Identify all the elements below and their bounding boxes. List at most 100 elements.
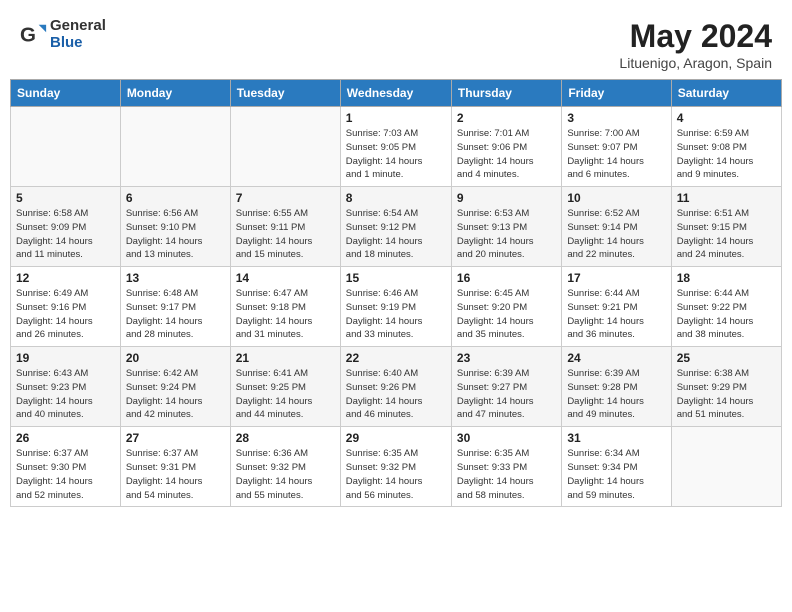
weekday-header-thursday: Thursday (451, 80, 561, 107)
day-number: 12 (16, 271, 115, 285)
day-info: Sunrise: 6:54 AM Sunset: 9:12 PM Dayligh… (346, 207, 446, 262)
calendar-cell: 20Sunrise: 6:42 AM Sunset: 9:24 PM Dayli… (120, 347, 230, 427)
calendar-cell: 21 Sunrise: 6:41 AM Sunset: 9:25 PM Dayli… (230, 347, 340, 427)
weekday-header-row: SundayMondayTuesdayWednesdayThursdayFrid… (11, 80, 782, 107)
day-info: Sunrise: 6:41 AM Sunset: 9:25 PM Dayligh… (236, 367, 335, 422)
logo-blue-text: Blue (50, 35, 106, 52)
day-info: Sunrise: 6:37 AM Sunset: 9:31 PM Dayligh… (126, 447, 225, 502)
day-info: Sunrise: 6:37 AM Sunset: 9:30 PM Dayligh… (16, 447, 115, 502)
day-number: 5 (16, 191, 115, 205)
week-row-3: 19Sunrise: 6:43 AM Sunset: 9:23 PM Dayli… (11, 347, 782, 427)
day-info: Sunrise: 6:40 AM Sunset: 9:26 PM Dayligh… (346, 367, 446, 422)
weekday-header-monday: Monday (120, 80, 230, 107)
day-info: Sunrise: 6:58 AM Sunset: 9:09 PM Dayligh… (16, 207, 115, 262)
day-number: 17 (567, 271, 665, 285)
calendar-cell: 22 Sunrise: 6:40 AM Sunset: 9:26 PM Dayli… (340, 347, 451, 427)
day-info: Sunrise: 6:43 AM Sunset: 9:23 PM Dayligh… (16, 367, 115, 422)
day-info: Sunrise: 6:35 AM Sunset: 9:32 PM Dayligh… (346, 447, 446, 502)
week-row-0: 1Sunrise: 7:03 AM Sunset: 9:05 PM Daylig… (11, 107, 782, 187)
day-number: 1 (346, 111, 446, 125)
calendar-cell: 6 Sunrise: 6:56 AM Sunset: 9:10 PM Daylig… (120, 187, 230, 267)
svg-text:G: G (20, 23, 36, 46)
day-info: Sunrise: 6:51 AM Sunset: 9:15 PM Dayligh… (677, 207, 776, 262)
calendar-cell: 19Sunrise: 6:43 AM Sunset: 9:23 PM Dayli… (11, 347, 121, 427)
day-number: 13 (126, 271, 225, 285)
week-row-4: 26 Sunrise: 6:37 AM Sunset: 9:30 PM Dayli… (11, 427, 782, 507)
logo: G General Blue (20, 18, 106, 51)
calendar-cell: 8 Sunrise: 6:54 AM Sunset: 9:12 PM Daylig… (340, 187, 451, 267)
weekday-header-friday: Friday (562, 80, 671, 107)
day-number: 3 (567, 111, 665, 125)
calendar-cell: 1Sunrise: 7:03 AM Sunset: 9:05 PM Daylig… (340, 107, 451, 187)
day-number: 31 (567, 431, 665, 445)
week-row-2: 12Sunrise: 6:49 AM Sunset: 9:16 PM Dayli… (11, 267, 782, 347)
day-number: 15 (346, 271, 446, 285)
calendar-cell (120, 107, 230, 187)
calendar-cell: 17 Sunrise: 6:44 AM Sunset: 9:21 PM Dayli… (562, 267, 671, 347)
day-number: 16 (457, 271, 556, 285)
calendar-cell: 25 Sunrise: 6:38 AM Sunset: 9:29 PM Dayli… (671, 347, 781, 427)
logo-icon: G (20, 21, 48, 49)
day-number: 18 (677, 271, 776, 285)
calendar-cell: 24Sunrise: 6:39 AM Sunset: 9:28 PM Dayli… (562, 347, 671, 427)
week-row-1: 5 Sunrise: 6:58 AM Sunset: 9:09 PM Daylig… (11, 187, 782, 267)
day-info: Sunrise: 6:52 AM Sunset: 9:14 PM Dayligh… (567, 207, 665, 262)
day-number: 7 (236, 191, 335, 205)
day-number: 27 (126, 431, 225, 445)
calendar-cell: 26 Sunrise: 6:37 AM Sunset: 9:30 PM Dayli… (11, 427, 121, 507)
calendar-cell: 2Sunrise: 7:01 AM Sunset: 9:06 PM Daylig… (451, 107, 561, 187)
day-number: 10 (567, 191, 665, 205)
calendar-cell (11, 107, 121, 187)
day-info: Sunrise: 6:44 AM Sunset: 9:21 PM Dayligh… (567, 287, 665, 342)
day-number: 22 (346, 351, 446, 365)
day-info: Sunrise: 6:48 AM Sunset: 9:17 PM Dayligh… (126, 287, 225, 342)
day-number: 9 (457, 191, 556, 205)
day-info: Sunrise: 6:36 AM Sunset: 9:32 PM Dayligh… (236, 447, 335, 502)
day-number: 23 (457, 351, 556, 365)
calendar-cell: 30Sunrise: 6:35 AM Sunset: 9:33 PM Dayli… (451, 427, 561, 507)
day-number: 8 (346, 191, 446, 205)
calendar-cell (230, 107, 340, 187)
day-info: Sunrise: 6:39 AM Sunset: 9:27 PM Dayligh… (457, 367, 556, 422)
day-info: Sunrise: 6:47 AM Sunset: 9:18 PM Dayligh… (236, 287, 335, 342)
day-info: Sunrise: 7:01 AM Sunset: 9:06 PM Dayligh… (457, 127, 556, 182)
day-number: 29 (346, 431, 446, 445)
calendar-cell: 16Sunrise: 6:45 AM Sunset: 9:20 PM Dayli… (451, 267, 561, 347)
page-header: G General Blue May 2024 Lituenigo, Arago… (10, 10, 782, 75)
calendar-cell: 18 Sunrise: 6:44 AM Sunset: 9:22 PM Dayli… (671, 267, 781, 347)
logo-text: General Blue (50, 18, 106, 51)
day-number: 30 (457, 431, 556, 445)
day-number: 6 (126, 191, 225, 205)
weekday-header-tuesday: Tuesday (230, 80, 340, 107)
calendar-cell (671, 427, 781, 507)
day-info: Sunrise: 6:53 AM Sunset: 9:13 PM Dayligh… (457, 207, 556, 262)
day-info: Sunrise: 6:55 AM Sunset: 9:11 PM Dayligh… (236, 207, 335, 262)
day-info: Sunrise: 6:38 AM Sunset: 9:29 PM Dayligh… (677, 367, 776, 422)
weekday-header-saturday: Saturday (671, 80, 781, 107)
day-info: Sunrise: 6:46 AM Sunset: 9:19 PM Dayligh… (346, 287, 446, 342)
day-number: 21 (236, 351, 335, 365)
logo-general-text: General (50, 18, 106, 35)
calendar-cell: 11 Sunrise: 6:51 AM Sunset: 9:15 PM Dayli… (671, 187, 781, 267)
calendar-title: May 2024 (619, 18, 772, 55)
day-info: Sunrise: 6:44 AM Sunset: 9:22 PM Dayligh… (677, 287, 776, 342)
day-number: 25 (677, 351, 776, 365)
calendar-cell: 3Sunrise: 7:00 AM Sunset: 9:07 PM Daylig… (562, 107, 671, 187)
day-info: Sunrise: 6:39 AM Sunset: 9:28 PM Dayligh… (567, 367, 665, 422)
day-number: 11 (677, 191, 776, 205)
weekday-header-wednesday: Wednesday (340, 80, 451, 107)
calendar-cell: 31 Sunrise: 6:34 AM Sunset: 9:34 PM Dayli… (562, 427, 671, 507)
day-number: 26 (16, 431, 115, 445)
day-number: 14 (236, 271, 335, 285)
calendar-cell: 9 Sunrise: 6:53 AM Sunset: 9:13 PM Daylig… (451, 187, 561, 267)
day-info: Sunrise: 6:56 AM Sunset: 9:10 PM Dayligh… (126, 207, 225, 262)
calendar-cell: 13 Sunrise: 6:48 AM Sunset: 9:17 PM Dayli… (120, 267, 230, 347)
calendar-cell: 29 Sunrise: 6:35 AM Sunset: 9:32 PM Dayli… (340, 427, 451, 507)
day-info: Sunrise: 6:34 AM Sunset: 9:34 PM Dayligh… (567, 447, 665, 502)
calendar-cell: 14 Sunrise: 6:47 AM Sunset: 9:18 PM Dayli… (230, 267, 340, 347)
day-number: 20 (126, 351, 225, 365)
calendar-table: SundayMondayTuesdayWednesdayThursdayFrid… (10, 79, 782, 507)
calendar-location: Lituenigo, Aragon, Spain (619, 55, 772, 71)
day-info: Sunrise: 6:59 AM Sunset: 9:08 PM Dayligh… (677, 127, 776, 182)
title-block: May 2024 Lituenigo, Aragon, Spain (619, 18, 772, 71)
